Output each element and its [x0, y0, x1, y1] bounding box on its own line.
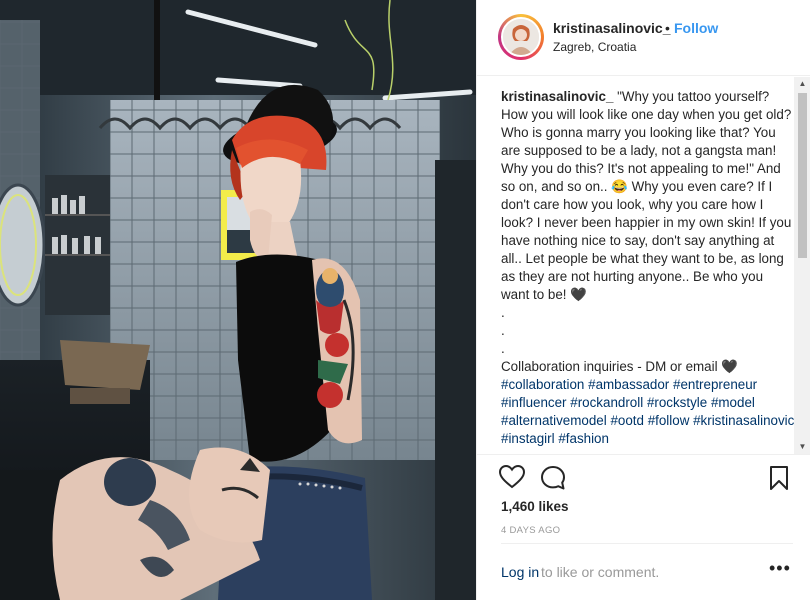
caption-scroll-area[interactable]: kristinasalinovic_ "Why you tattoo yours…: [477, 77, 810, 454]
emoji: 🖤: [570, 287, 587, 302]
avatar-image: [503, 19, 539, 55]
avatar-story-ring[interactable]: [498, 14, 544, 60]
hashtag-link[interactable]: #instagirl: [501, 431, 555, 446]
scroll-down-arrow-icon[interactable]: ▼: [794, 440, 810, 454]
caption-segment: [757, 377, 761, 392]
post-header: kristinasalinovic_ • Follow Zagreb, Croa…: [477, 0, 810, 76]
login-prompt-text: to like or comment.: [541, 564, 660, 580]
likes-count[interactable]: 1,460 likes: [501, 499, 569, 514]
hashtag-link[interactable]: #kristinasalinovic: [693, 413, 794, 428]
caption-segment: . . . Collaboration inquiries - DM or em…: [501, 305, 718, 374]
caption-text: kristinasalinovic_ "Why you tattoo yours…: [501, 88, 795, 448]
post-photo: [0, 0, 476, 600]
separator-dot: •: [665, 20, 670, 36]
comment-bar: Log in to like or comment. •••: [501, 543, 793, 601]
bookmark-icon[interactable]: [769, 465, 789, 496]
scroll-up-arrow-icon[interactable]: ▲: [794, 77, 810, 91]
hashtag-link[interactable]: #alternativemodel: [501, 413, 607, 428]
hashtag-link[interactable]: #influencer: [501, 395, 567, 410]
caption-username[interactable]: kristinasalinovic_: [501, 89, 613, 104]
hashtag-link[interactable]: #follow: [648, 413, 690, 428]
avatar[interactable]: [501, 17, 541, 57]
post-details-panel: kristinasalinovic_ • Follow Zagreb, Croa…: [476, 0, 810, 600]
post-photo-illustration: [0, 0, 476, 600]
emoji: 😂: [611, 179, 628, 194]
caption-segment: Why you even care? If I don't care how y…: [501, 179, 792, 302]
hashtag-link[interactable]: #fashion: [558, 431, 609, 446]
hashtag-link[interactable]: #ootd: [610, 413, 644, 428]
post-actions: 1,460 likes 4 DAYS AGO Log in to like or…: [477, 454, 810, 600]
hashtag-link[interactable]: #model: [711, 395, 755, 410]
caption-scrollbar[interactable]: ▲ ▼: [794, 77, 810, 454]
login-link[interactable]: Log in: [501, 564, 539, 580]
emoji: 🖤: [721, 359, 738, 374]
hashtag-link[interactable]: #rockandroll: [570, 395, 643, 410]
comment-bubble-icon[interactable]: [540, 465, 566, 496]
hashtag-link[interactable]: #ambassador: [588, 377, 669, 392]
follow-button[interactable]: Follow: [674, 20, 718, 36]
author-username[interactable]: kristinasalinovic_: [553, 20, 671, 36]
hashtag-link[interactable]: #rockstyle: [647, 395, 707, 410]
more-options-icon[interactable]: •••: [769, 558, 791, 579]
hashtag-link[interactable]: #collaboration: [501, 377, 584, 392]
post-timestamp[interactable]: 4 DAYS AGO: [501, 525, 560, 536]
heart-outline-icon[interactable]: [498, 464, 526, 494]
post-location[interactable]: Zagreb, Croatia: [553, 40, 636, 54]
caption-segment: [755, 395, 759, 410]
scrollbar-thumb[interactable]: [798, 93, 807, 258]
hashtag-link[interactable]: #entrepreneur: [673, 377, 757, 392]
